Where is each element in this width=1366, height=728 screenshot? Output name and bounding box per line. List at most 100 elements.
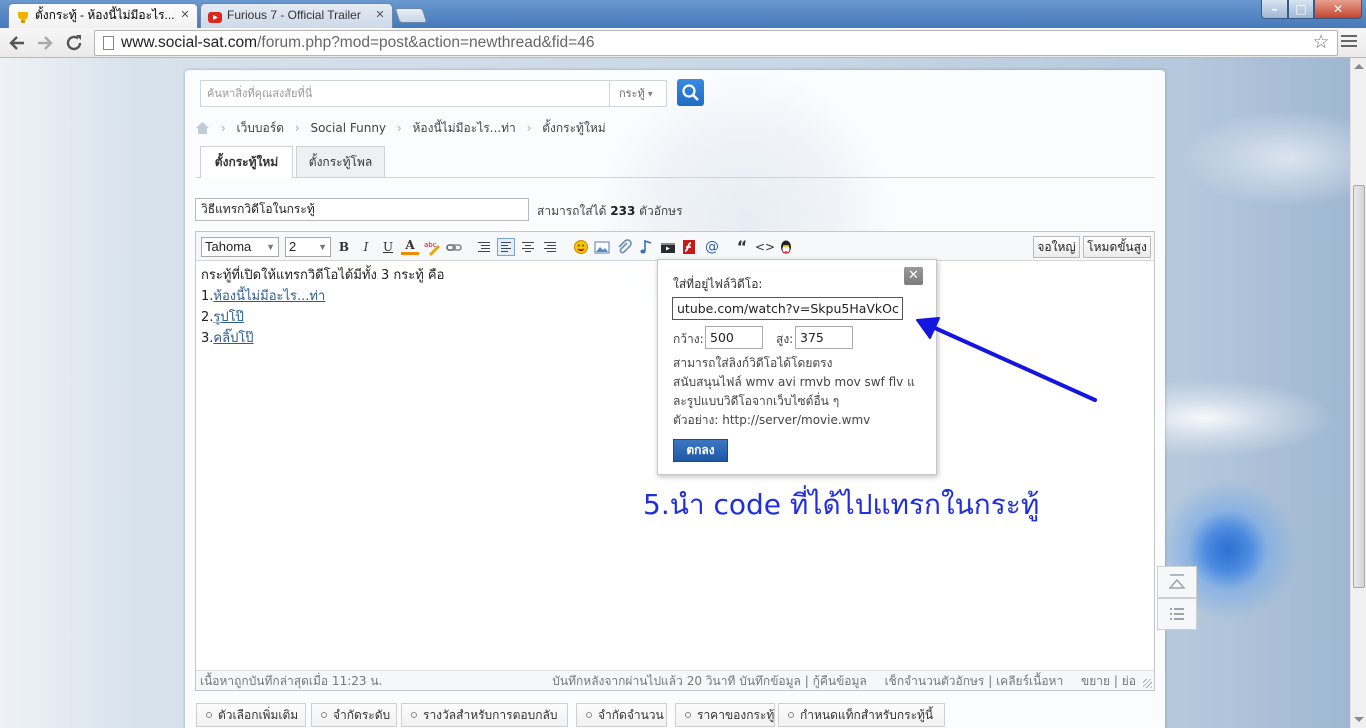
maximize-button[interactable]: □ [1288, 0, 1314, 19]
close-icon[interactable]: ✕ [179, 9, 191, 21]
option-label: ตัวเลือกเพิ่มเติม [218, 708, 299, 722]
breadcrumb-item[interactable]: เว็บบอร์ด [236, 119, 284, 137]
image-icon[interactable] [593, 238, 611, 256]
italic-button[interactable]: I [357, 238, 375, 256]
tab-new-thread[interactable]: ตั้งกระทู้ใหม่ [200, 146, 293, 178]
thread-link[interactable]: คลิ๊ปโป๊ [213, 331, 253, 346]
attachment-icon[interactable] [615, 238, 633, 256]
help-line: ตัวอย่าง: http://server/movie.wmv [673, 413, 871, 427]
search-icon [682, 84, 699, 101]
url-text[interactable]: www.social-sat.com/forum.php?mod=post&ac… [121, 31, 594, 55]
fullscreen-button[interactable]: จอใหญ่ [1033, 236, 1080, 258]
scroll-up-icon[interactable] [1354, 64, 1364, 69]
bullet-icon [411, 712, 417, 718]
breadcrumb: › เว็บบอร์ด › Social Funny › ห้องนี้ไม่ม… [195, 119, 606, 137]
video-height-input[interactable] [795, 326, 853, 349]
option-tags-button[interactable]: กำหนดแท็กสำหรับกระทู้นี้ [778, 703, 945, 727]
highlight-icon[interactable]: abc [423, 238, 441, 256]
maximize-icon: □ [1295, 2, 1307, 16]
restore-data-link[interactable]: กู้คืนข้อมูล [813, 674, 867, 688]
align-center-icon[interactable] [519, 238, 537, 256]
option-label: กำหนดแท็กสำหรับกระทู้นี้ [800, 708, 934, 722]
quote-icon[interactable]: “ [733, 238, 751, 256]
font-family-select[interactable]: Tahoma ▼ [201, 237, 279, 257]
reload-button[interactable] [63, 32, 87, 54]
window-close-button[interactable]: ✕ [1314, 0, 1362, 19]
search-input[interactable] [201, 81, 609, 106]
bullet-icon [586, 712, 592, 718]
video-width-input[interactable] [705, 326, 763, 349]
tab-title: Furious 7 - Official Trailer [227, 8, 361, 22]
bullet-icon [788, 712, 794, 718]
thread-link[interactable]: ห้องนี้ไม่มีอะไร...ท่า [213, 289, 325, 304]
breadcrumb-separator: › [396, 121, 402, 135]
option-more-button[interactable]: ตัวเลือกเพิ่มเติม [196, 703, 306, 727]
back-arrow-icon [9, 36, 24, 50]
tab-title: ตั้งกระทู้ - ห้องนี้ไม่มีอะไร...ท่า [35, 8, 175, 22]
breadcrumb-item[interactable]: ห้องนี้ไม่มีอะไร...ท่า [413, 119, 516, 137]
browser-tab-active[interactable]: ตั้งกระทู้ - ห้องนี้ไม่มีอะไร...ท่า ✕ [8, 3, 198, 28]
minimize-button[interactable]: – [1261, 0, 1288, 19]
bold-button[interactable]: B [335, 238, 353, 256]
thread-list-button[interactable] [1157, 598, 1197, 630]
youtube-favicon-icon [208, 9, 222, 23]
video-url-input[interactable] [672, 297, 903, 320]
font-family-value: Tahoma [205, 239, 252, 254]
list-icon[interactable] [475, 238, 493, 256]
video-icon[interactable] [659, 238, 677, 256]
search-button[interactable] [677, 79, 704, 106]
shrink-link[interactable]: ย่อ [1122, 674, 1136, 688]
scroll-down-icon[interactable] [1354, 717, 1364, 722]
font-size-select[interactable]: 2 ▼ [285, 237, 331, 257]
thread-title-input[interactable] [195, 198, 529, 221]
browser-tab[interactable]: Furious 7 - Official Trailer ✕ [200, 3, 393, 28]
save-data-link[interactable]: บันทึกข้อมูล [739, 674, 801, 688]
bookmark-star-icon[interactable]: ☆ [1310, 31, 1332, 53]
back-button[interactable] [5, 32, 29, 54]
ok-button[interactable]: ตกลง [673, 439, 728, 462]
resize-grip-icon[interactable] [1143, 679, 1152, 688]
home-icon[interactable] [195, 121, 210, 135]
expand-link[interactable]: ขยาย [1081, 674, 1110, 688]
option-quantity-limit-button[interactable]: จำกัดจำนวน [576, 703, 667, 727]
scrollbar-thumb[interactable] [1353, 185, 1365, 588]
last-saved-text: เนื้อหาถูกบันทึกล่าสุดเมื่อ 11:23 น. [200, 674, 383, 688]
music-icon[interactable] [637, 238, 655, 256]
breadcrumb-item[interactable]: Social Funny [310, 119, 386, 137]
underline-button[interactable]: U [379, 238, 397, 256]
item-number: 3. [201, 331, 214, 346]
omnibox[interactable]: www.social-sat.com/forum.php?mod=post&ac… [94, 30, 1338, 56]
back-to-top-button[interactable] [1157, 566, 1197, 598]
forward-button[interactable] [33, 32, 57, 54]
help-line: สามารถใส่ลิงก์วิดีโอได้โดยตรง [673, 356, 833, 370]
flash-icon[interactable] [680, 238, 698, 256]
option-thread-price-button[interactable]: ราคาของกระทู้ [675, 703, 775, 727]
clear-content-link[interactable]: เคลียร์เนื้อหา [996, 674, 1063, 688]
link-icon[interactable] [445, 238, 463, 256]
code-icon[interactable]: <> [755, 238, 775, 256]
close-icon[interactable]: ✕ [374, 9, 386, 21]
option-label: จำกัดระดับ [333, 708, 391, 722]
browser-tab-strip: ตั้งกระทู้ - ห้องนี้ไม่มีอะไร...ท่า ✕ Fu… [0, 0, 1366, 28]
thread-link[interactable]: รูปโป๊ [213, 310, 243, 325]
chrome-menu-icon[interactable] [1341, 35, 1357, 49]
option-level-limit-button[interactable]: จำกัดระดับ [311, 703, 397, 727]
check-length-link[interactable]: เช็กจำนวนตัวอักษร [885, 674, 985, 688]
at-icon[interactable]: @ [703, 238, 721, 256]
forward-arrow-icon [38, 36, 53, 50]
close-icon[interactable]: ✕ [904, 267, 923, 285]
editor-toolbar: Tahoma ▼ 2 ▼ B I U A abc @ “ <> จอใหญ่ โ… [196, 232, 1154, 261]
align-left-icon[interactable] [497, 238, 515, 256]
height-label: สูง: [776, 332, 794, 346]
page-scrollbar[interactable] [1350, 58, 1366, 728]
advanced-mode-button[interactable]: โหมดขั้นสูง [1083, 236, 1151, 258]
qq-icon[interactable] [777, 238, 795, 256]
font-color-button[interactable]: A [401, 238, 419, 255]
option-reply-reward-button[interactable]: รางวัลสำหรับการตอบกลับ [401, 703, 568, 727]
align-right-icon[interactable] [541, 238, 559, 256]
tab-new-poll[interactable]: ตั้งกระทู้โพล [296, 146, 385, 177]
back-to-top-icon [1168, 574, 1186, 589]
new-tab-button[interactable] [394, 8, 428, 23]
search-type-dropdown[interactable]: กระทู้ ▾ [609, 81, 666, 106]
smiley-icon[interactable] [572, 238, 590, 256]
